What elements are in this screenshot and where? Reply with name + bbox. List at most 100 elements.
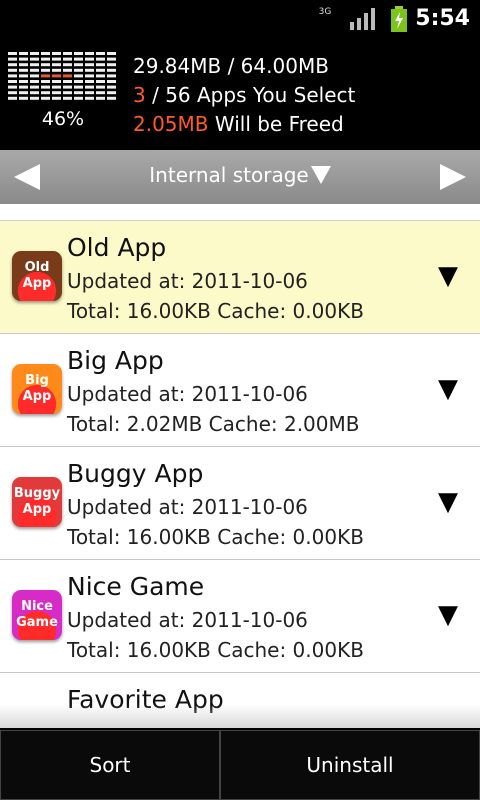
- gauge-bar: [30, 96, 39, 100]
- gauge-bar: [96, 96, 105, 100]
- gauge-bar: [85, 68, 94, 72]
- nice-game-icon: Nice Game: [12, 590, 62, 640]
- gauge-bar: [107, 68, 116, 72]
- gauge-bar: [30, 63, 39, 67]
- gauge-bar: [8, 85, 17, 89]
- gauge-bar: [63, 52, 72, 55]
- gauge-bar: [96, 52, 105, 55]
- gauge-bar: [107, 91, 116, 95]
- big-app-icon: Big App: [12, 364, 62, 414]
- gauge-bar: [74, 96, 83, 100]
- gauge-bar: [74, 63, 83, 67]
- expand-triangle-icon[interactable]: ▼: [438, 487, 458, 517]
- gauge-bar: [41, 74, 50, 78]
- app-row-old-app[interactable]: Old App Old App Updated at: 2011-10-06 To…: [0, 221, 480, 334]
- list-item[interactable]: [0, 204, 480, 221]
- gauge-bar: [96, 63, 105, 67]
- gauge-bar: [85, 91, 94, 95]
- gauge-bar: [63, 57, 72, 61]
- gauge-bar: [74, 68, 83, 72]
- gauge-bar: [74, 57, 83, 61]
- gauge-bar: [74, 52, 83, 55]
- gauge-bar: [63, 74, 72, 78]
- gauge-bar: [41, 68, 50, 72]
- gauge-bar: [96, 57, 105, 61]
- gauge-bar: [19, 96, 28, 100]
- clock: 5:54: [415, 6, 470, 31]
- expand-triangle-icon[interactable]: ▼: [438, 374, 458, 404]
- gauge-bar: [8, 91, 17, 95]
- storage-dropdown[interactable]: Internal storage: [0, 163, 480, 187]
- gauge-bar: [85, 74, 94, 78]
- gauge-bar: [52, 57, 61, 61]
- sort-button[interactable]: Sort: [0, 730, 220, 800]
- memory-stats: 29.84MB / 64.00MB 3 / 56 Apps You Select…: [133, 52, 355, 139]
- battery-charging-icon: [391, 6, 407, 32]
- gauge-bar: [63, 68, 72, 72]
- gauge-bar: [52, 74, 61, 78]
- apps-selected-count: 3: [133, 83, 146, 107]
- gauge-bar: [52, 91, 61, 95]
- gauge-bar: [52, 52, 61, 55]
- app-name: Big App: [67, 346, 164, 375]
- gauge-bar: [19, 57, 28, 61]
- gauge-bar: [30, 74, 39, 78]
- gauge-bar: [52, 68, 61, 72]
- gauge-bar: [8, 52, 17, 55]
- gauge-bar: [107, 96, 116, 100]
- freed-line: 2.05MB Will be Freed: [133, 110, 355, 139]
- gauge-bar: [8, 80, 17, 83]
- gauge-bar: [52, 96, 61, 100]
- app-name: Nice Game: [67, 572, 205, 601]
- gauge-bar: [41, 63, 50, 67]
- apps-selected-line: 3 / 56 Apps You Select: [133, 81, 355, 110]
- right-arrow-icon[interactable]: [436, 160, 470, 194]
- app-size: Total: 2.02MB Cache: 2.00MB: [67, 412, 360, 436]
- app-row-nice-game[interactable]: Nice Game Nice Game Updated at: 2011-10-0…: [0, 560, 480, 673]
- app-list[interactable]: Old App Old App Updated at: 2011-10-06 To…: [0, 204, 480, 728]
- app-row-big-app[interactable]: Big App Big App Updated at: 2011-10-06 To…: [0, 334, 480, 447]
- gauge-bar: [30, 68, 39, 72]
- memory-percent: 46%: [41, 108, 85, 130]
- gauge-bar: [30, 85, 39, 89]
- app-size: Total: 16.00KB Cache: 0.00KB: [67, 525, 364, 549]
- gauge-bar: [63, 80, 72, 83]
- gauge-bar: [107, 57, 116, 61]
- gauge-bar: [63, 96, 72, 100]
- gauge-bar: [107, 63, 116, 67]
- app-size: Total: 16.00KB Cache: 0.00KB: [67, 638, 364, 662]
- gauge-bar: [63, 63, 72, 67]
- gauge-bar: [41, 85, 50, 89]
- memory-meter: 46%: [8, 52, 118, 142]
- dropdown-triangle-icon: [310, 166, 331, 184]
- uninstall-button[interactable]: Uninstall: [220, 730, 480, 800]
- gauge-bar: [19, 74, 28, 78]
- status-bar: 3G 5:54: [0, 0, 480, 38]
- app-updated: Updated at: 2011-10-06: [67, 608, 308, 632]
- gauge-bar: [8, 57, 17, 61]
- gauge-bar: [96, 85, 105, 89]
- gauge-bar: [85, 52, 94, 55]
- gauge-bar: [96, 74, 105, 78]
- gauge-bar: [74, 85, 83, 89]
- gauge-bar: [52, 85, 61, 89]
- gauge-bar: [107, 80, 116, 83]
- old-app-icon: Old App: [12, 251, 62, 301]
- app-row-buggy-app[interactable]: Buggy App Buggy App Updated at: 2011-10-0…: [0, 447, 480, 560]
- memory-gauge-icon: [8, 52, 116, 100]
- app-name: Old App: [67, 233, 167, 262]
- storage-selector: Internal storage: [0, 150, 480, 205]
- gauge-bar: [41, 80, 50, 83]
- list-fade: [0, 704, 480, 728]
- gauge-bar: [41, 96, 50, 100]
- expand-triangle-icon[interactable]: ▼: [438, 600, 458, 630]
- gauge-bar: [19, 91, 28, 95]
- gauge-bar: [96, 68, 105, 72]
- gauge-bar: [8, 96, 17, 100]
- expand-triangle-icon[interactable]: ▼: [438, 261, 458, 291]
- gauge-bar: [85, 63, 94, 67]
- gauge-bar: [30, 57, 39, 61]
- gauge-bar: [63, 91, 72, 95]
- action-bar: Sort Uninstall: [0, 728, 480, 800]
- gauge-bar: [8, 68, 17, 72]
